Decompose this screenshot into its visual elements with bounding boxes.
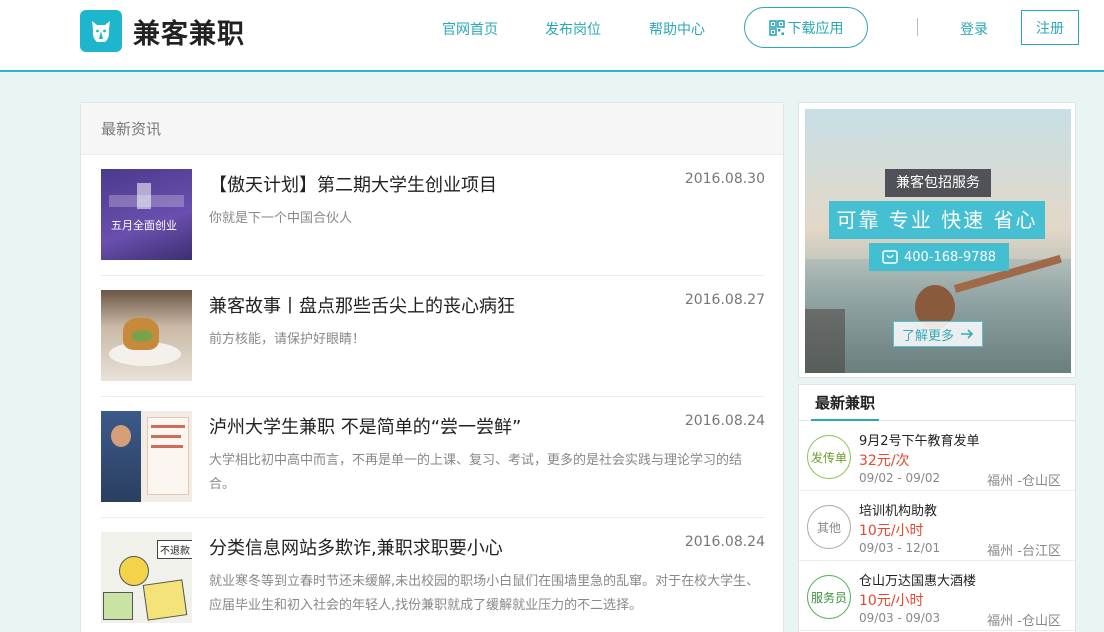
news-date: 2016.08.24 [684, 413, 765, 429]
news-title[interactable]: 兼客故事丨盘点那些舌尖上的丧心病狂 [209, 292, 515, 318]
news-title[interactable]: 【傲天计划】第二期大学生创业项目 [209, 171, 497, 197]
thumb-glyph [137, 183, 151, 209]
latest-jobs-panel: 最新兼职 发传单 9月2号下午教育发单 32元/次 09/02 - 09/02 … [798, 384, 1076, 632]
job-pay: 32元/次 [859, 453, 910, 469]
ad-image: 兼客包招服务 可靠 专业 快速 省心 400-168-9788 了解更多 [805, 109, 1071, 373]
job-item[interactable]: 其他 培训机构助教 10元/小时 09/03 - 12/01 福州 -台江区 [799, 491, 1075, 561]
news-thumbnail[interactable] [101, 411, 192, 502]
ad-phone: 400-168-9788 [869, 243, 1009, 271]
news-section-title: 最新资讯 [81, 103, 783, 155]
news-title[interactable]: 泸州大学生兼职 不是简单的“尝一尝鲜” [209, 413, 521, 439]
poster-line [151, 425, 185, 428]
news-thumbnail[interactable]: 五月全面创业 [101, 169, 192, 260]
news-thumbnail[interactable] [101, 290, 192, 381]
job-location: 福州 -仓山区 [987, 614, 1061, 629]
jobs-section-title: 最新兼职 [811, 385, 880, 421]
news-summary: 就业寒冬等到立春时节还未缓解,未出校园的职场小白鼠们在围墙里急的乱窜。对于在校大… [209, 574, 760, 613]
nav-post-job-link[interactable]: 发布岗位 [545, 19, 601, 39]
news-title[interactable]: 分类信息网站多欺诈,兼职求职要小心 [209, 534, 503, 560]
learn-more-label: 了解更多 [901, 328, 954, 344]
job-location: 福州 -台江区 [987, 544, 1061, 559]
job-dates: 09/02 - 09/02 [859, 471, 941, 485]
site-logo[interactable]: 兼客兼职 [80, 10, 245, 52]
nav-help-link[interactable]: 帮助中心 [649, 19, 705, 39]
job-item[interactable]: 服务员 仓山万达国惠大酒楼 10元/小时 09/03 - 09/03 福州 -仓… [799, 561, 1075, 631]
login-link[interactable]: 登录 [960, 19, 988, 39]
download-app-label: 下载应用 [787, 20, 844, 37]
news-item[interactable]: 不退款 分类信息网站多欺诈,兼职求职要小心 2016.08.24 就业寒冬等到立… [101, 518, 765, 632]
news-item[interactable]: 兼客故事丨盘点那些舌尖上的丧心病狂 2016.08.27 前方核能，请保护好眼睛… [101, 276, 765, 397]
logo-text: 兼客兼职 [133, 18, 245, 50]
job-title[interactable]: 培训机构助教 [859, 500, 937, 519]
face-shape [111, 425, 131, 447]
ad-phone-number: 400-168-9788 [903, 249, 997, 265]
job-location: 福州 -仓山区 [987, 474, 1061, 489]
poster-line [151, 435, 181, 438]
ad-slogan: 可靠 专业 快速 省心 [829, 201, 1045, 239]
speech-bubble: 不退款 [157, 540, 192, 559]
poster-line [151, 445, 183, 448]
news-summary: 大学相比初中高中而言，不再是单一的上课、复习、考试，更多的是社会实践与理论学习的… [209, 453, 743, 492]
arrow-right-icon [960, 329, 974, 339]
register-button[interactable]: 注册 [1021, 10, 1079, 45]
news-summary: 前方核能，请保护好眼睛！ [209, 332, 366, 347]
ad-banner[interactable]: 兼客包招服务 可靠 专业 快速 省心 400-168-9788 了解更多 [798, 102, 1076, 378]
garnish-shape [131, 330, 153, 342]
news-panel: 最新资讯 五月全面创业 【傲天计划】第二期大学生创业项目 2016.08.30 … [80, 102, 784, 632]
jobs-header: 最新兼职 [799, 385, 1075, 421]
rhino-logo-icon [80, 10, 122, 52]
job-item[interactable]: 发传单 9月2号下午教育发单 32元/次 09/02 - 09/02 福州 -仓… [799, 421, 1075, 491]
header-divider [917, 18, 918, 36]
job-pay: 10元/小时 [859, 593, 924, 609]
cartoon-body [142, 579, 188, 621]
job-dates: 09/03 - 09/03 [859, 611, 941, 625]
job-title[interactable]: 9月2号下午教育发单 [859, 430, 980, 449]
news-thumbnail[interactable]: 不退款 [101, 532, 192, 623]
learn-more-button[interactable]: 了解更多 [893, 321, 983, 347]
news-date: 2016.08.24 [684, 534, 765, 550]
cartoon-head [119, 556, 149, 586]
news-item[interactable]: 泸州大学生兼职 不是简单的“尝一尝鲜” 2016.08.24 大学相比初中高中而… [101, 397, 765, 518]
news-summary: 你就是下一个中国合伙人 [209, 211, 353, 226]
nav-home-link[interactable]: 官网首页 [442, 19, 498, 39]
news-item[interactable]: 五月全面创业 【傲天计划】第二期大学生创业项目 2016.08.30 你就是下一… [101, 155, 765, 276]
poster-shape [147, 417, 189, 495]
news-date: 2016.08.27 [684, 292, 765, 308]
cartoon-person [103, 592, 133, 620]
job-dates: 09/03 - 12/01 [859, 541, 941, 555]
job-category-badge: 发传单 [807, 435, 851, 479]
job-title[interactable]: 仓山万达国惠大酒楼 [859, 570, 976, 589]
ad-badge: 兼客包招服务 [885, 169, 991, 197]
thumb-caption: 五月全面创业 [111, 219, 177, 232]
news-date: 2016.08.30 [684, 171, 765, 187]
phone-icon [882, 250, 898, 264]
job-category-badge: 其他 [807, 505, 851, 549]
top-header: 兼客兼职 官网首页 发布岗位 帮助中心 下载应用 登录 注册 [0, 0, 1104, 72]
download-app-button[interactable]: 下载应用 [744, 7, 868, 48]
job-pay: 10元/小时 [859, 523, 924, 539]
driver-shape [805, 309, 845, 373]
job-category-badge: 服务员 [807, 575, 851, 619]
qr-code-icon [768, 19, 785, 36]
